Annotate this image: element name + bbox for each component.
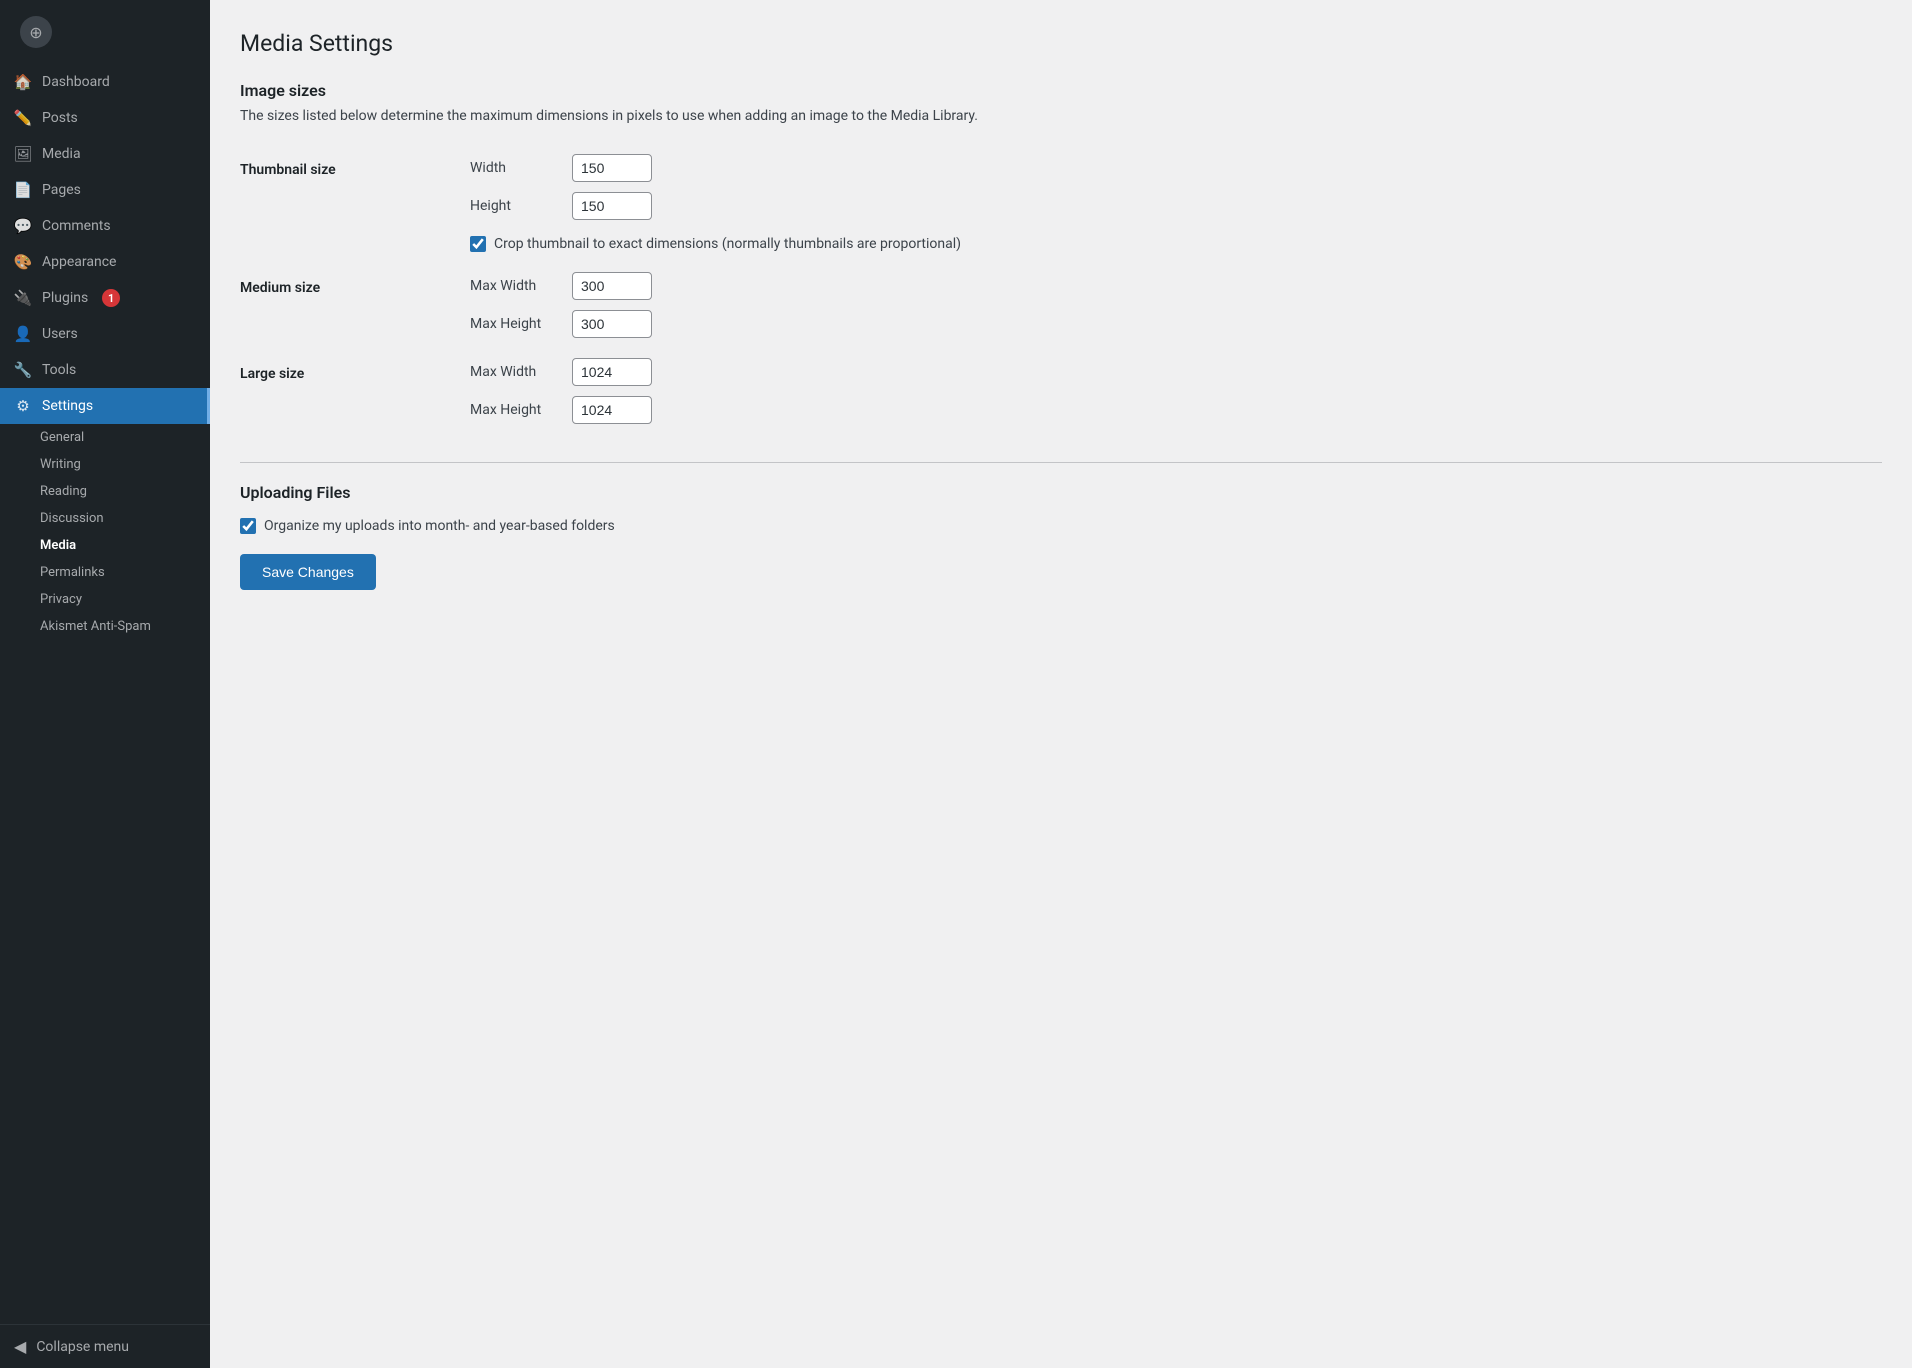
tools-icon: 🔧	[14, 361, 32, 379]
large-fields: Max Width Max Height	[460, 348, 1882, 434]
comments-icon: 💬	[14, 217, 32, 235]
submenu-general[interactable]: General	[0, 424, 210, 451]
nav-comments-label: Comments	[42, 218, 111, 234]
medium-label: Medium size	[240, 262, 460, 348]
thumbnail-crop-checkbox[interactable]	[470, 236, 486, 252]
nav-users[interactable]: 👤 Users	[0, 316, 210, 352]
nav-settings[interactable]: ⚙ Settings	[0, 388, 210, 424]
thumbnail-label: Thumbnail size	[240, 144, 460, 262]
nav-comments[interactable]: 💬 Comments	[0, 208, 210, 244]
thumbnail-width-label: Width	[470, 160, 560, 176]
thumbnail-width-input[interactable]	[572, 154, 652, 182]
thumbnail-height-label: Height	[470, 198, 560, 214]
pages-icon: 📄	[14, 181, 32, 199]
large-max-width-label: Max Width	[470, 364, 560, 380]
large-width-row: Max Width	[470, 358, 1872, 386]
settings-icon: ⚙	[14, 397, 32, 415]
uploading-files-section: Uploading Files Organize my uploads into…	[240, 483, 1882, 534]
submenu-discussion[interactable]: Discussion	[0, 505, 210, 532]
nav-media-label: Media	[42, 146, 81, 162]
media-icon: 🖼	[14, 145, 32, 163]
nav-appearance[interactable]: 🎨 Appearance	[0, 244, 210, 280]
nav-settings-label: Settings	[42, 398, 93, 414]
submenu-permalinks[interactable]: Permalinks	[0, 559, 210, 586]
large-field-group: Max Width Max Height	[470, 358, 1872, 424]
medium-field-group: Max Width Max Height	[470, 272, 1872, 338]
large-label: Large size	[240, 348, 460, 434]
nav-tools-label: Tools	[42, 362, 76, 378]
thumbnail-height-input[interactable]	[572, 192, 652, 220]
organize-uploads-row: Organize my uploads into month- and year…	[240, 518, 1882, 534]
nav-posts-label: Posts	[42, 110, 78, 126]
site-logo: ⊕	[0, 0, 210, 64]
sidebar: ⊕ 🏠 Dashboard ✏️ Posts 🖼 Media 📄 Pages 💬…	[0, 0, 210, 1368]
nav-tools[interactable]: 🔧 Tools	[0, 352, 210, 388]
thumbnail-fields: Width Height Crop thumbnail to exact dim…	[460, 144, 1882, 262]
thumbnail-crop-row: Crop thumbnail to exact dimensions (norm…	[470, 236, 1872, 252]
large-row: Large size Max Width Max Height	[240, 348, 1882, 434]
thumbnail-crop-label[interactable]: Crop thumbnail to exact dimensions (norm…	[494, 236, 961, 252]
submenu-media[interactable]: Media	[0, 532, 210, 559]
nav-users-label: Users	[42, 326, 78, 342]
plugins-badge: 1	[102, 289, 120, 307]
thumbnail-row: Thumbnail size Width Height	[240, 144, 1882, 262]
nav-pages-label: Pages	[42, 182, 81, 198]
settings-submenu: General Writing Reading Discussion Media…	[0, 424, 210, 640]
nav-dashboard-label: Dashboard	[42, 74, 110, 90]
nav-media[interactable]: 🖼 Media	[0, 136, 210, 172]
large-max-height-label: Max Height	[470, 402, 560, 418]
submenu-akismet[interactable]: Akismet Anti-Spam	[0, 613, 210, 640]
large-width-input[interactable]	[572, 358, 652, 386]
wp-logo-icon: ⊕	[20, 16, 52, 48]
collapse-arrow-icon: ◀	[14, 1337, 26, 1356]
medium-fields: Max Width Max Height	[460, 262, 1882, 348]
medium-width-input[interactable]	[572, 272, 652, 300]
medium-width-row: Max Width	[470, 272, 1872, 300]
image-sizes-desc: The sizes listed below determine the max…	[240, 108, 1882, 124]
collapse-label: Collapse menu	[36, 1339, 129, 1355]
thumbnail-width-row: Width	[470, 154, 1872, 182]
save-changes-button[interactable]: Save Changes	[240, 554, 376, 590]
medium-row: Medium size Max Width Max Height	[240, 262, 1882, 348]
nav-posts[interactable]: ✏️ Posts	[0, 100, 210, 136]
submenu-reading[interactable]: Reading	[0, 478, 210, 505]
large-height-input[interactable]	[572, 396, 652, 424]
organize-uploads-label[interactable]: Organize my uploads into month- and year…	[264, 518, 615, 534]
nav-plugins-label: Plugins	[42, 290, 88, 306]
nav-pages[interactable]: 📄 Pages	[0, 172, 210, 208]
medium-height-input[interactable]	[572, 310, 652, 338]
posts-icon: ✏️	[14, 109, 32, 127]
plugins-icon: 🔌	[14, 289, 32, 307]
nav-dashboard[interactable]: 🏠 Dashboard	[0, 64, 210, 100]
image-sizes-heading: Image sizes	[240, 81, 1882, 100]
submenu-privacy[interactable]: Privacy	[0, 586, 210, 613]
nav-appearance-label: Appearance	[42, 254, 116, 270]
nav-plugins[interactable]: 🔌 Plugins 1	[0, 280, 210, 316]
section-divider	[240, 462, 1882, 463]
image-sizes-table: Thumbnail size Width Height	[240, 144, 1882, 434]
image-sizes-section: Image sizes The sizes listed below deter…	[240, 81, 1882, 434]
appearance-icon: 🎨	[14, 253, 32, 271]
large-height-row: Max Height	[470, 396, 1872, 424]
submenu-writing[interactable]: Writing	[0, 451, 210, 478]
uploading-heading: Uploading Files	[240, 483, 1882, 502]
collapse-menu-button[interactable]: ◀ Collapse menu	[0, 1324, 210, 1368]
thumbnail-height-row: Height	[470, 192, 1872, 220]
medium-max-height-label: Max Height	[470, 316, 560, 332]
page-title: Media Settings	[240, 30, 1882, 57]
medium-height-row: Max Height	[470, 310, 1872, 338]
dashboard-icon: 🏠	[14, 73, 32, 91]
main-content: Media Settings Image sizes The sizes lis…	[210, 0, 1912, 1368]
users-icon: 👤	[14, 325, 32, 343]
medium-max-width-label: Max Width	[470, 278, 560, 294]
thumbnail-field-group: Width Height Crop thumbnail to exact dim…	[470, 154, 1872, 252]
organize-uploads-checkbox[interactable]	[240, 518, 256, 534]
